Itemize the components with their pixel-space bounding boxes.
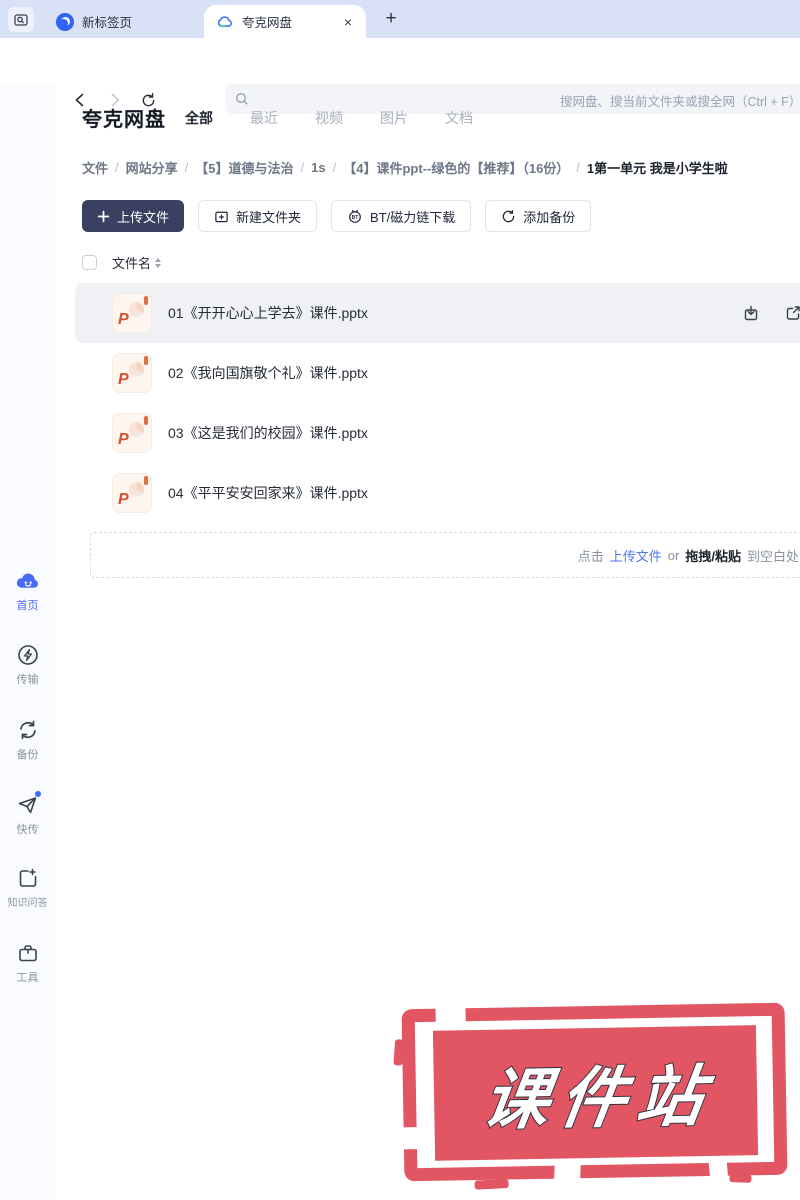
breadcrumb-separator: / (301, 160, 305, 175)
upload-file-button[interactable]: 上传文件 (82, 200, 184, 232)
button-label: 上传文件 (117, 207, 169, 226)
content-filter-tabs: 全部 最近 视频 图片 文档 (185, 108, 473, 128)
tab-document[interactable]: 文档 (445, 108, 473, 128)
sidebar-item-backup[interactable]: 备份 (0, 717, 55, 762)
add-backup-button[interactable]: 添加备份 (485, 200, 591, 232)
notification-badge (35, 791, 41, 797)
file-row[interactable]: P 04《平平安安回家来》课件.pptx (75, 463, 800, 523)
button-label: BT/磁力链下载 (370, 207, 455, 226)
pptx-file-icon: P (112, 413, 152, 453)
breadcrumb-separator: / (185, 160, 189, 175)
sidebar-item-label: 快传 (17, 821, 39, 837)
sidebar-item-quick-send[interactable]: 快传 (0, 792, 55, 837)
sidebar-item-tools[interactable]: 工具 (0, 940, 55, 985)
hint-drag-text: 拖拽/粘贴 (685, 546, 741, 565)
tab-search-button[interactable] (8, 7, 34, 32)
search-icon (235, 92, 249, 106)
sidebar-item-label: 知识问答 (8, 894, 48, 909)
browser-tab-newtab[interactable]: 新标签页 (44, 5, 202, 38)
hint-text: 到空白处 (747, 546, 799, 565)
sidebar-item-label: 首页 (17, 597, 39, 613)
sort-icon[interactable] (155, 258, 161, 268)
stamp-text: 课件站 (469, 1043, 721, 1143)
button-label: 新建文件夹 (236, 207, 301, 226)
file-row[interactable]: P 03《这是我们的校园》课件.pptx (75, 403, 800, 463)
column-label: 文件名 (112, 253, 151, 272)
new-folder-button[interactable]: 新建文件夹 (198, 200, 317, 232)
file-list: P 01《开开心心上学去》课件.pptx P 02《我向国旗敬个礼》课件.pp (75, 283, 800, 523)
tab-all[interactable]: 全部 (185, 108, 213, 128)
download-icon[interactable] (742, 304, 760, 322)
backup-sync-arrows-icon (15, 717, 40, 742)
pptx-file-icon: P (112, 353, 152, 393)
tab-title: 新标签页 (82, 12, 190, 31)
plus-icon (97, 210, 110, 223)
search-placeholder-text: 搜网盘、搜当前文件夹或搜全网（Ctrl + F） (560, 91, 800, 110)
courseware-stamp-watermark: 课件站 (402, 1003, 788, 1182)
sidebar-item-knowledge-qa[interactable]: 知识问答 (0, 865, 55, 909)
tab-image[interactable]: 图片 (380, 108, 408, 128)
hint-text: or (668, 548, 680, 563)
folder-plus-icon (214, 209, 229, 224)
quark-browser-logo-icon (56, 13, 74, 31)
tab-recent[interactable]: 最近 (250, 108, 278, 128)
quark-drive-cloud-logo-icon (216, 13, 234, 31)
quick-send-plane-icon (15, 792, 40, 817)
browser-toolbar: 搜网盘、搜当前文件夹或搜全网（Ctrl + F） (0, 38, 800, 85)
filename-column-header[interactable]: 文件名 (112, 253, 161, 272)
sidebar-item-label: 备份 (17, 746, 39, 762)
action-button-row: 上传文件 新建文件夹 BT BT/磁力链下载 添 (82, 200, 591, 232)
pptx-file-icon: P (112, 293, 152, 333)
breadcrumb-item[interactable]: 1s (311, 160, 325, 175)
file-row[interactable]: P 01《开开心心上学去》课件.pptx (75, 283, 800, 343)
breadcrumb-separator: / (333, 160, 337, 175)
sidebar-item-label: 工具 (17, 969, 39, 985)
breadcrumb-item[interactable]: 【5】道德与法治 (195, 158, 293, 177)
file-name: 01《开开心心上学去》课件.pptx (168, 303, 368, 323)
tab-close-icon[interactable]: × (342, 14, 354, 30)
breadcrumb-item[interactable]: 网站分享 (126, 158, 178, 177)
page-title: 夸克网盘 (82, 103, 166, 132)
sync-circle-icon (501, 209, 516, 224)
open-external-icon[interactable] (784, 304, 800, 322)
bt-magnet-download-button[interactable]: BT BT/磁力链下载 (331, 200, 471, 232)
sidebar-rail: 首页 传输 备份 快传 (0, 85, 55, 1200)
tab-list-search-icon (13, 12, 29, 28)
breadcrumb-separator: / (115, 160, 119, 175)
file-row[interactable]: P 02《我向国旗敬个礼》课件.pptx (75, 343, 800, 403)
hint-text: 点击 (578, 546, 604, 565)
tab-title: 夸克网盘 (242, 12, 334, 31)
file-name: 03《这是我们的校园》课件.pptx (168, 423, 368, 443)
knowledge-qa-folder-icon (15, 865, 40, 890)
pptx-file-icon: P (112, 473, 152, 513)
browser-tab-bar: 新标签页 夸克网盘 × + (0, 0, 800, 38)
new-tab-button[interactable]: + (378, 6, 404, 32)
file-list-header: 文件名 (82, 253, 161, 272)
stamp-fill: 课件站 (433, 1025, 758, 1161)
breadcrumb-item[interactable]: 【4】课件ppt--绿色的【推荐】（16份） (343, 158, 569, 177)
home-cloud-smile-icon (15, 568, 40, 593)
browser-tab-quark-drive[interactable]: 夸克网盘 × (204, 5, 366, 38)
file-name: 04《平平安安回家来》课件.pptx (168, 483, 368, 503)
svg-text:BT: BT (352, 215, 359, 221)
select-all-checkbox[interactable] (82, 255, 97, 270)
row-actions (742, 283, 800, 343)
breadcrumb-separator: / (576, 160, 580, 175)
bt-download-icon: BT (347, 208, 363, 224)
upload-file-link[interactable]: 上传文件 (610, 546, 662, 565)
toolbox-icon (15, 940, 40, 965)
tab-video[interactable]: 视频 (315, 108, 343, 128)
file-name: 02《我向国旗敬个礼》课件.pptx (168, 363, 368, 383)
breadcrumb-item[interactable]: 文件 (82, 158, 108, 177)
upload-drop-zone[interactable]: 点击 上传文件 or 拖拽/粘贴 到空白处 (90, 532, 800, 578)
button-label: 添加备份 (523, 207, 575, 226)
transfer-circle-bolt-icon (15, 642, 40, 667)
sidebar-item-label: 传输 (17, 671, 39, 687)
breadcrumb-current-folder: 1第一单元 我是小学生啦 (587, 158, 728, 177)
sidebar-item-transfer[interactable]: 传输 (0, 642, 55, 687)
sidebar-item-home[interactable]: 首页 (0, 568, 55, 613)
breadcrumb: 文件 / 网站分享 / 【5】道德与法治 / 1s / 【4】课件ppt--绿色… (82, 158, 800, 177)
